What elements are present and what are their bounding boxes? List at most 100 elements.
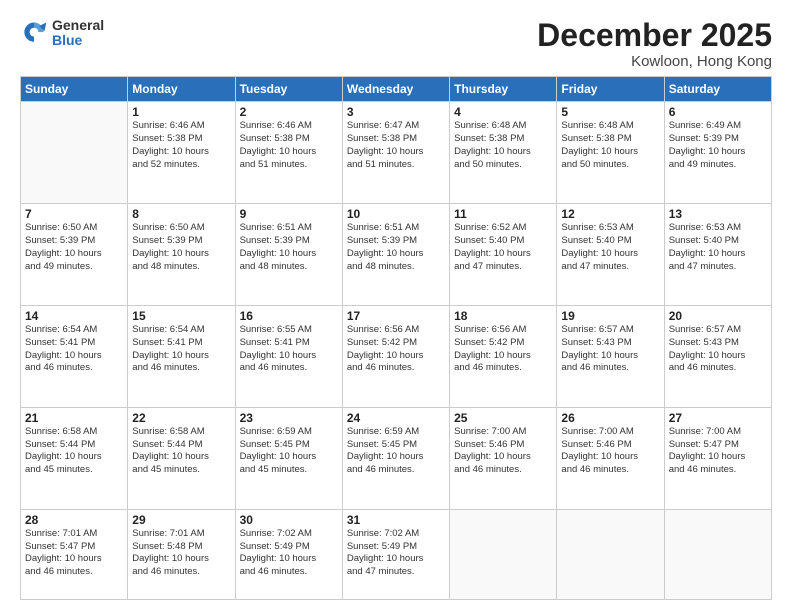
calendar-cell: 9Sunrise: 6:51 AMSunset: 5:39 PMDaylight…: [235, 204, 342, 306]
week-row-2: 14Sunrise: 6:54 AMSunset: 5:41 PMDayligh…: [21, 305, 772, 407]
logo: General Blue: [20, 18, 104, 49]
calendar-cell: 23Sunrise: 6:59 AMSunset: 5:45 PMDayligh…: [235, 407, 342, 509]
weekday-header-row: SundayMondayTuesdayWednesdayThursdayFrid…: [21, 77, 772, 102]
cell-detail: Sunrise: 6:54 AMSunset: 5:41 PMDaylight:…: [25, 324, 123, 375]
calendar-cell: 3Sunrise: 6:47 AMSunset: 5:38 PMDaylight…: [342, 102, 449, 204]
day-number: 16: [240, 309, 338, 323]
cell-detail: Sunrise: 7:00 AMSunset: 5:47 PMDaylight:…: [669, 426, 767, 477]
day-number: 19: [561, 309, 659, 323]
cell-detail: Sunrise: 7:02 AMSunset: 5:49 PMDaylight:…: [347, 528, 445, 579]
calendar-cell: 2Sunrise: 6:46 AMSunset: 5:38 PMDaylight…: [235, 102, 342, 204]
cell-detail: Sunrise: 7:00 AMSunset: 5:46 PMDaylight:…: [454, 426, 552, 477]
cell-detail: Sunrise: 6:48 AMSunset: 5:38 PMDaylight:…: [561, 120, 659, 171]
day-number: 25: [454, 411, 552, 425]
cell-detail: Sunrise: 6:59 AMSunset: 5:45 PMDaylight:…: [347, 426, 445, 477]
cell-detail: Sunrise: 6:46 AMSunset: 5:38 PMDaylight:…: [240, 120, 338, 171]
logo-text: General Blue: [52, 18, 104, 49]
day-number: 14: [25, 309, 123, 323]
day-number: 17: [347, 309, 445, 323]
header: General Blue December 2025 Kowloon, Hong…: [20, 18, 772, 70]
calendar-cell: [664, 509, 771, 599]
cell-detail: Sunrise: 6:50 AMSunset: 5:39 PMDaylight:…: [132, 222, 230, 273]
day-number: 3: [347, 105, 445, 119]
cell-detail: Sunrise: 6:51 AMSunset: 5:39 PMDaylight:…: [240, 222, 338, 273]
cell-detail: Sunrise: 6:59 AMSunset: 5:45 PMDaylight:…: [240, 426, 338, 477]
day-number: 1: [132, 105, 230, 119]
weekday-header-thursday: Thursday: [450, 77, 557, 102]
cell-detail: Sunrise: 7:01 AMSunset: 5:47 PMDaylight:…: [25, 528, 123, 579]
location: Kowloon, Hong Kong: [537, 53, 772, 70]
logo-blue-text: Blue: [52, 33, 104, 48]
day-number: 21: [25, 411, 123, 425]
day-number: 6: [669, 105, 767, 119]
cell-detail: Sunrise: 6:53 AMSunset: 5:40 PMDaylight:…: [669, 222, 767, 273]
cell-detail: Sunrise: 6:49 AMSunset: 5:39 PMDaylight:…: [669, 120, 767, 171]
day-number: 20: [669, 309, 767, 323]
day-number: 31: [347, 513, 445, 527]
day-number: 8: [132, 207, 230, 221]
cell-detail: Sunrise: 6:46 AMSunset: 5:38 PMDaylight:…: [132, 120, 230, 171]
calendar-cell: 8Sunrise: 6:50 AMSunset: 5:39 PMDaylight…: [128, 204, 235, 306]
cell-detail: Sunrise: 6:47 AMSunset: 5:38 PMDaylight:…: [347, 120, 445, 171]
day-number: 30: [240, 513, 338, 527]
day-number: 7: [25, 207, 123, 221]
logo-icon: [20, 19, 48, 47]
cell-detail: Sunrise: 6:48 AMSunset: 5:38 PMDaylight:…: [454, 120, 552, 171]
day-number: 10: [347, 207, 445, 221]
weekday-header-tuesday: Tuesday: [235, 77, 342, 102]
weekday-header-friday: Friday: [557, 77, 664, 102]
day-number: 11: [454, 207, 552, 221]
calendar-cell: 13Sunrise: 6:53 AMSunset: 5:40 PMDayligh…: [664, 204, 771, 306]
day-number: 29: [132, 513, 230, 527]
cell-detail: Sunrise: 7:02 AMSunset: 5:49 PMDaylight:…: [240, 528, 338, 579]
calendar-cell: [557, 509, 664, 599]
week-row-4: 28Sunrise: 7:01 AMSunset: 5:47 PMDayligh…: [21, 509, 772, 599]
day-number: 9: [240, 207, 338, 221]
day-number: 4: [454, 105, 552, 119]
calendar-cell: 5Sunrise: 6:48 AMSunset: 5:38 PMDaylight…: [557, 102, 664, 204]
month-title: December 2025: [537, 18, 772, 53]
calendar-cell: 15Sunrise: 6:54 AMSunset: 5:41 PMDayligh…: [128, 305, 235, 407]
day-number: 5: [561, 105, 659, 119]
day-number: 22: [132, 411, 230, 425]
day-number: 13: [669, 207, 767, 221]
cell-detail: Sunrise: 6:55 AMSunset: 5:41 PMDaylight:…: [240, 324, 338, 375]
day-number: 2: [240, 105, 338, 119]
week-row-1: 7 Sunrise: 6:50 AMSunset: 5:39 PMDaylight…: [21, 204, 772, 306]
calendar-cell: 21Sunrise: 6:58 AMSunset: 5:44 PMDayligh…: [21, 407, 128, 509]
cell-detail: Sunrise: 6:57 AMSunset: 5:43 PMDaylight:…: [561, 324, 659, 375]
day-number: 15: [132, 309, 230, 323]
day-number: 18: [454, 309, 552, 323]
week-row-3: 21Sunrise: 6:58 AMSunset: 5:44 PMDayligh…: [21, 407, 772, 509]
calendar-cell: 18Sunrise: 6:56 AMSunset: 5:42 PMDayligh…: [450, 305, 557, 407]
calendar-cell: 20Sunrise: 6:57 AMSunset: 5:43 PMDayligh…: [664, 305, 771, 407]
weekday-header-monday: Monday: [128, 77, 235, 102]
cell-detail: Sunrise: 6:52 AMSunset: 5:40 PMDaylight:…: [454, 222, 552, 273]
calendar-cell: 17Sunrise: 6:56 AMSunset: 5:42 PMDayligh…: [342, 305, 449, 407]
cell-detail: Sunrise: 7:00 AMSunset: 5:46 PMDaylight:…: [561, 426, 659, 477]
calendar-cell: 16Sunrise: 6:55 AMSunset: 5:41 PMDayligh…: [235, 305, 342, 407]
calendar-cell: 22Sunrise: 6:58 AMSunset: 5:44 PMDayligh…: [128, 407, 235, 509]
calendar-cell: 25Sunrise: 7:00 AMSunset: 5:46 PMDayligh…: [450, 407, 557, 509]
calendar-cell: 31Sunrise: 7:02 AMSunset: 5:49 PMDayligh…: [342, 509, 449, 599]
calendar-cell: 7Sunrise: 6:50 AMSunset: 5:39 PMDaylight…: [21, 204, 128, 306]
day-number: 28: [25, 513, 123, 527]
weekday-header-sunday: Sunday: [21, 77, 128, 102]
calendar-cell: 26Sunrise: 7:00 AMSunset: 5:46 PMDayligh…: [557, 407, 664, 509]
calendar-cell: 12Sunrise: 6:53 AMSunset: 5:40 PMDayligh…: [557, 204, 664, 306]
calendar-cell: 30Sunrise: 7:02 AMSunset: 5:49 PMDayligh…: [235, 509, 342, 599]
calendar-cell: [21, 102, 128, 204]
calendar-cell: 27Sunrise: 7:00 AMSunset: 5:47 PMDayligh…: [664, 407, 771, 509]
day-number: 27: [669, 411, 767, 425]
calendar-cell: [450, 509, 557, 599]
calendar-cell: 19Sunrise: 6:57 AMSunset: 5:43 PMDayligh…: [557, 305, 664, 407]
cell-detail: Sunrise: 6:58 AMSunset: 5:44 PMDaylight:…: [132, 426, 230, 477]
day-number: 23: [240, 411, 338, 425]
calendar-cell: 10Sunrise: 6:51 AMSunset: 5:39 PMDayligh…: [342, 204, 449, 306]
cell-detail: Sunrise: 6:58 AMSunset: 5:44 PMDaylight:…: [25, 426, 123, 477]
day-number: 24: [347, 411, 445, 425]
calendar-table: SundayMondayTuesdayWednesdayThursdayFrid…: [20, 76, 772, 600]
calendar-cell: 29Sunrise: 7:01 AMSunset: 5:48 PMDayligh…: [128, 509, 235, 599]
title-block: December 2025 Kowloon, Hong Kong: [537, 18, 772, 70]
cell-detail: Sunrise: 7:01 AMSunset: 5:48 PMDaylight:…: [132, 528, 230, 579]
